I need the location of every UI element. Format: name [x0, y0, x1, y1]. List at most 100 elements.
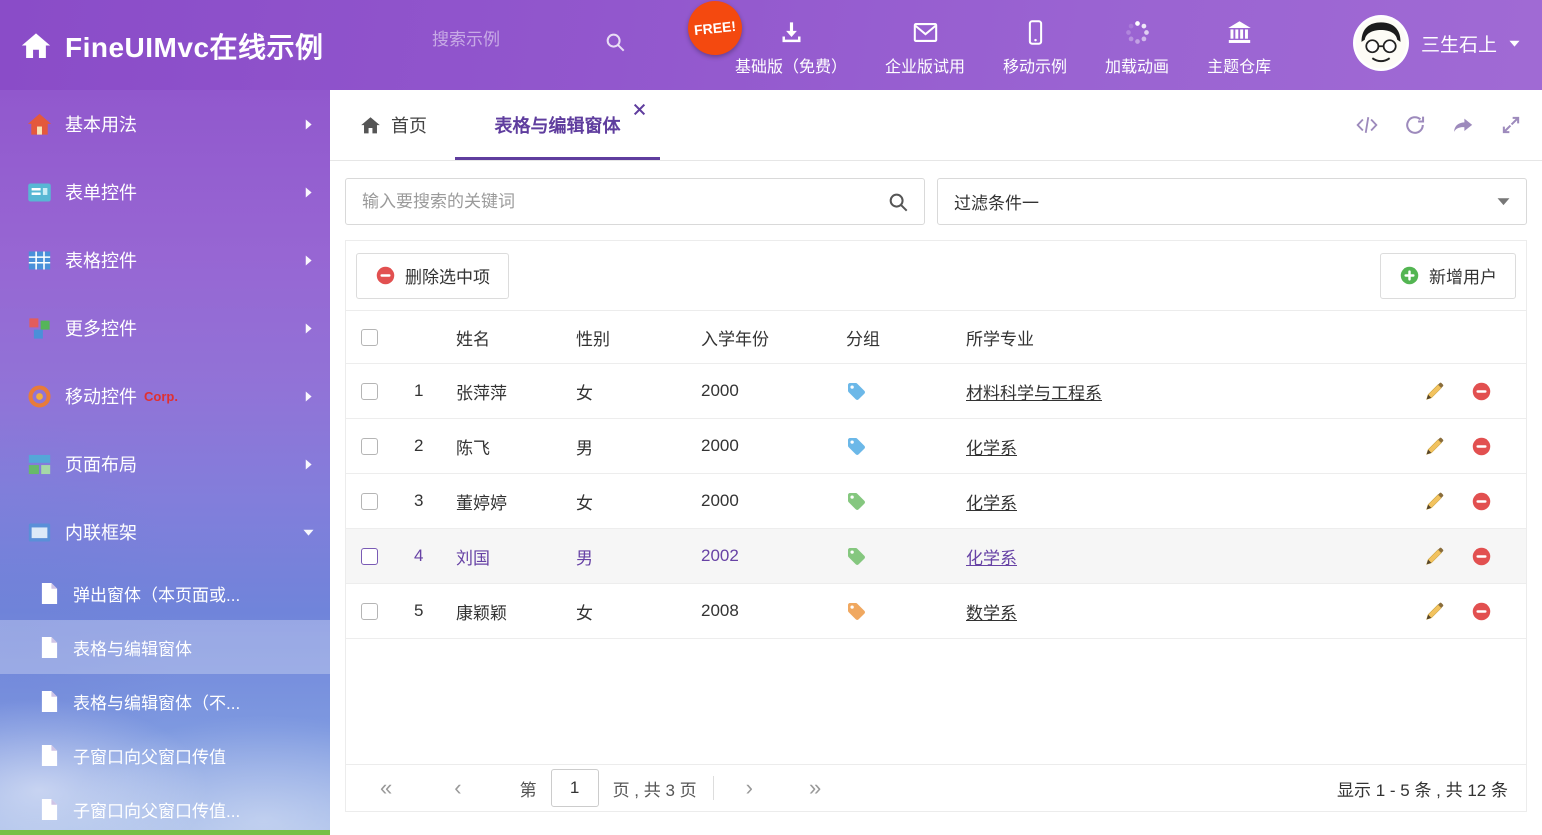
minus-circle-icon	[375, 265, 396, 286]
header-nav-item-4[interactable]: 加载动画	[1086, 13, 1188, 83]
sidebar-item-label: 内联框架	[65, 519, 137, 545]
chevron-right-icon	[303, 119, 314, 130]
file-icon	[40, 798, 59, 821]
delete-icon[interactable]	[1471, 491, 1492, 512]
sidebar-item-2[interactable]: 表单控件	[0, 158, 330, 226]
table-row[interactable]: 3董婷婷女2000化学系	[346, 474, 1526, 529]
header-nav-item-2[interactable]: 企业版试用	[866, 13, 984, 83]
search-icon[interactable]	[604, 31, 626, 53]
table-row[interactable]: 4刘国男2002化学系	[346, 529, 1526, 584]
column-year[interactable]: 入学年份	[689, 325, 834, 350]
sidebar-item-3[interactable]: 表格控件	[0, 226, 330, 294]
header-nav-label: 基础版（免费）	[735, 53, 847, 77]
cell-group	[834, 601, 954, 622]
column-major[interactable]: 所学专业	[954, 325, 1394, 350]
record-summary: 显示 1 - 5 条 , 共 12 条	[1337, 776, 1508, 801]
edit-icon[interactable]	[1424, 436, 1445, 457]
row-checkbox[interactable]	[361, 603, 378, 620]
cell-major: 材料科学与工程系	[954, 379, 1394, 404]
close-icon[interactable]	[633, 103, 646, 116]
tab-home[interactable]: 首页	[360, 90, 427, 160]
row-checkbox[interactable]	[361, 438, 378, 455]
share-icon[interactable]	[1452, 114, 1474, 136]
table-body: 1张萍萍女2000材料科学与工程系2陈飞男2000化学系3董婷婷女2000化学系…	[346, 364, 1526, 639]
delete-icon[interactable]	[1471, 436, 1492, 457]
row-number: 2	[392, 436, 444, 456]
edit-icon[interactable]	[1424, 381, 1445, 402]
column-name[interactable]: 姓名	[444, 325, 564, 350]
sidebar-item-6[interactable]: 页面布局	[0, 430, 330, 498]
sidebar-item-1[interactable]: 基本用法	[0, 90, 330, 158]
first-page-button[interactable]: «	[380, 777, 392, 799]
cell-name: 张萍萍	[444, 379, 564, 404]
major-link[interactable]: 数学系	[966, 604, 1017, 623]
sidebar-subitem-1[interactable]: 弹出窗体（本页面或...	[0, 566, 330, 620]
filter-dropdown[interactable]: 过滤条件一	[937, 178, 1527, 225]
select-all-checkbox[interactable]	[361, 329, 378, 346]
cell-year: 2008	[689, 601, 834, 621]
sidebar-subitem-3[interactable]: 表格与编辑窗体（不...	[0, 674, 330, 728]
tag-icon	[846, 436, 867, 457]
major-link[interactable]: 化学系	[966, 549, 1017, 568]
column-group[interactable]: 分组	[834, 325, 954, 350]
edit-icon[interactable]	[1424, 546, 1445, 567]
cell-name: 陈飞	[444, 434, 564, 459]
prev-page-button[interactable]: ‹	[454, 777, 461, 799]
home-icon	[360, 115, 381, 136]
last-page-button[interactable]: »	[809, 777, 821, 799]
sidebar-menu: 基本用法表单控件表格控件更多控件移动控件Corp.页面布局内联框架	[0, 90, 330, 566]
brand[interactable]: FineUIMvc在线示例	[20, 26, 324, 66]
spinner-icon	[1124, 19, 1151, 46]
code-icon[interactable]	[1356, 114, 1378, 136]
tab-label: 表格与编辑窗体	[495, 112, 621, 138]
header-nav-item-3[interactable]: 移动示例	[984, 13, 1086, 83]
delete-button-label: 删除选中项	[405, 263, 490, 288]
tag-icon	[846, 491, 867, 512]
sidebar-subitem-5[interactable]: 子窗口向父窗口传值...	[0, 782, 330, 835]
header-nav-item-5[interactable]: 主题仓库	[1188, 13, 1290, 83]
header-search-input[interactable]	[432, 30, 592, 50]
expand-icon[interactable]	[1500, 114, 1522, 136]
user-menu[interactable]: 三生石上	[1353, 15, 1520, 71]
sidebar-item-7[interactable]: 内联框架	[0, 498, 330, 566]
row-checkbox[interactable]	[361, 383, 378, 400]
row-checkbox[interactable]	[361, 548, 378, 565]
sidebar-subitem-2[interactable]: 表格与编辑窗体	[0, 620, 330, 674]
delete-selected-button[interactable]: 删除选中项	[356, 253, 509, 299]
add-user-button[interactable]: 新增用户	[1380, 253, 1516, 299]
major-link[interactable]: 化学系	[966, 439, 1017, 458]
cell-name: 刘国	[444, 544, 564, 569]
row-number: 4	[392, 546, 444, 566]
edit-icon[interactable]	[1424, 601, 1445, 622]
download-icon	[778, 19, 805, 46]
chevron-right-icon	[303, 187, 314, 198]
table-row[interactable]: 1张萍萍女2000材料科学与工程系	[346, 364, 1526, 419]
major-link[interactable]: 材料科学与工程系	[966, 384, 1102, 403]
sidebar-item-label: 基本用法	[65, 111, 137, 137]
major-link[interactable]: 化学系	[966, 494, 1017, 513]
refresh-icon[interactable]	[1404, 114, 1426, 136]
chevron-down-icon	[303, 527, 314, 538]
table-row[interactable]: 2陈飞男2000化学系	[346, 419, 1526, 474]
header-nav: 基础版（免费） 企业版试用移动示例加载动画主题仓库	[716, 13, 1290, 83]
table-row[interactable]: 5康颖颖女2008数学系	[346, 584, 1526, 639]
sidebar-subitem-4[interactable]: 子窗口向父窗口传值	[0, 728, 330, 782]
delete-icon[interactable]	[1471, 546, 1492, 567]
sidebar-item-5[interactable]: 移动控件Corp.	[0, 362, 330, 430]
cell-gender: 女	[564, 379, 689, 404]
tab-grid-edit-window[interactable]: 表格与编辑窗体	[455, 90, 660, 160]
sidebar-item-4[interactable]: 更多控件	[0, 294, 330, 362]
column-gender[interactable]: 性别	[564, 325, 689, 350]
edit-icon[interactable]	[1424, 491, 1445, 512]
next-page-button[interactable]: ›	[746, 777, 753, 799]
sidebar-subitem-label: 表格与编辑窗体	[73, 635, 192, 660]
delete-icon[interactable]	[1471, 601, 1492, 622]
row-checkbox[interactable]	[361, 493, 378, 510]
keyword-input[interactable]	[346, 192, 872, 212]
search-icon[interactable]	[872, 191, 924, 213]
sidebar-item-label: 表单控件	[65, 179, 137, 205]
delete-icon[interactable]	[1471, 381, 1492, 402]
cell-year: 2002	[689, 546, 834, 566]
checkbox-cell	[346, 548, 392, 565]
page-input[interactable]	[551, 769, 599, 807]
